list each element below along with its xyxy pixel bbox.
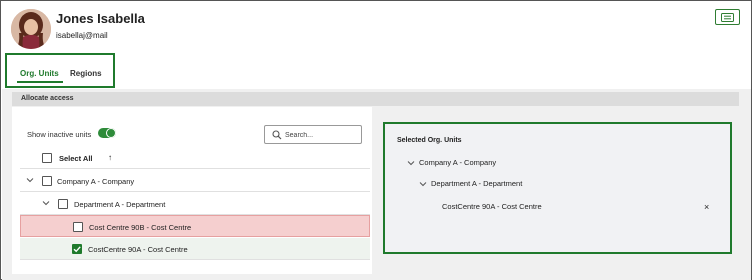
org-units-list-panel: Show inactive units Select All ↑ Company… <box>12 107 372 274</box>
selected-department-label: Department A - Department <box>431 179 523 188</box>
chevron-down-icon[interactable] <box>42 199 50 207</box>
id-card-icon <box>721 12 734 22</box>
chevron-down-icon[interactable] <box>407 159 415 167</box>
toggle-knob <box>106 128 116 138</box>
card-view-button[interactable] <box>715 9 740 25</box>
section-header: Allocate access <box>12 92 739 106</box>
tree-row-cost-centre-90b: Cost Centre 90B - Cost Centre <box>20 215 370 237</box>
avatar <box>11 9 51 49</box>
cost-centre-90b-checkbox[interactable] <box>73 222 83 232</box>
chevron-down-icon[interactable] <box>419 180 427 188</box>
cost-centre-90b-label: Cost Centre 90B - Cost Centre <box>89 223 192 232</box>
selected-tree-department: Department A - Department <box>419 179 522 188</box>
remove-selection-button[interactable]: × <box>704 202 709 212</box>
selected-company-label: Company A - Company <box>419 158 497 167</box>
selected-panel-title: Selected Org. Units <box>397 137 462 144</box>
select-all-checkbox[interactable] <box>42 153 52 163</box>
user-email: isabellaj@mail <box>56 31 108 40</box>
show-inactive-toggle[interactable] <box>98 128 116 138</box>
search-input[interactable] <box>285 129 357 141</box>
cost-centre-90a-label: CostCentre 90A - Cost Centre <box>88 245 188 254</box>
department-label: Department A - Department <box>74 200 166 209</box>
company-checkbox[interactable] <box>42 176 52 186</box>
chevron-down-icon[interactable] <box>26 176 34 184</box>
tree-row-cost-centre-90a: CostCentre 90A - Cost Centre <box>20 238 370 260</box>
app-frame: Jones Isabella isabellaj@mail Org. Units… <box>0 0 752 280</box>
sort-ascending-icon[interactable]: ↑ <box>108 153 112 162</box>
show-inactive-label: Show inactive units <box>27 130 92 139</box>
tree-row-department: Department A - Department <box>20 193 370 215</box>
active-tab-indicator <box>17 81 63 83</box>
search-field[interactable] <box>264 125 362 144</box>
section-title: Allocate access <box>21 95 74 102</box>
selected-cost-centre-label: CostCentre 90A - Cost Centre <box>442 202 542 211</box>
company-label: Company A - Company <box>57 177 135 186</box>
user-name: Jones Isabella <box>56 11 145 26</box>
checkmark-icon <box>73 246 81 253</box>
tree-row-company: Company A - Company <box>20 170 370 192</box>
selected-org-units-panel: Selected Org. Units Company A - Company … <box>383 122 732 254</box>
search-icon <box>272 130 282 140</box>
tab-regions[interactable]: Regions <box>70 69 102 78</box>
tab-org-units[interactable]: Org. Units <box>20 69 59 78</box>
select-all-label: Select All <box>59 154 93 163</box>
tab-bar: Org. Units Regions <box>5 53 115 88</box>
select-all-row: Select All ↑ <box>20 147 370 169</box>
avatar-image <box>11 9 51 49</box>
selected-tree-cost-centre: CostCentre 90A - Cost Centre <box>442 202 542 211</box>
selected-tree-company: Company A - Company <box>407 158 496 167</box>
department-checkbox[interactable] <box>58 199 68 209</box>
cost-centre-90a-checkbox[interactable] <box>72 244 82 254</box>
